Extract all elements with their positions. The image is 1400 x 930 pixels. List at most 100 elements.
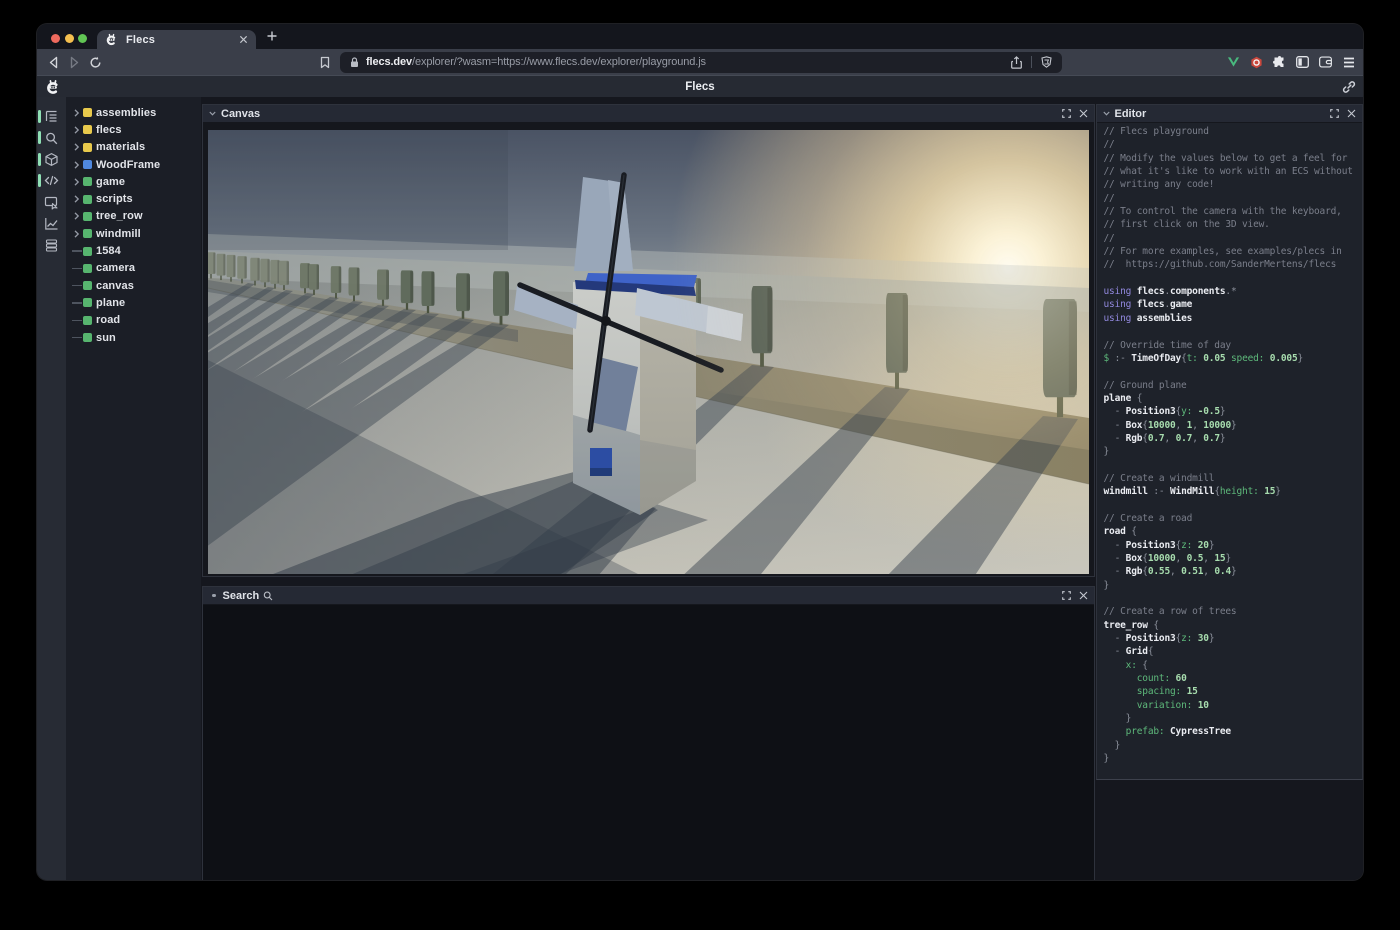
vue-extension-icon[interactable] xyxy=(1227,56,1240,69)
chevron-right-icon[interactable] xyxy=(71,126,82,134)
brave-shield-icon[interactable] xyxy=(1041,56,1052,68)
sidebar-item-editor[interactable] xyxy=(37,170,66,191)
close-icon[interactable] xyxy=(1079,591,1088,600)
active-indicator xyxy=(38,131,42,144)
urlbar-separator xyxy=(1031,56,1032,68)
bookmark-icon[interactable] xyxy=(315,49,335,75)
search-panel-body[interactable] xyxy=(203,605,1094,880)
code-line xyxy=(1104,499,1363,512)
code-line: - Position3{z: 20} xyxy=(1104,539,1363,552)
url-bar[interactable]: flecs.dev/explorer/?wasm=https://www.fle… xyxy=(340,52,1062,73)
expand-icon[interactable] xyxy=(1330,109,1339,118)
code-line: // first click on the 3D view. xyxy=(1104,218,1363,231)
maximize-window-button[interactable] xyxy=(78,34,87,43)
tree-item-flecs[interactable]: flecs xyxy=(66,121,201,138)
share-icon[interactable] xyxy=(1011,56,1022,69)
tree-item-scripts[interactable]: scripts xyxy=(66,190,201,207)
code-line xyxy=(1104,365,1363,378)
tree-item-WoodFrame[interactable]: WoodFrame xyxy=(66,156,201,173)
tree-item-camera[interactable]: camera xyxy=(66,260,201,277)
chevron-down-icon[interactable] xyxy=(1103,111,1110,116)
code-line: using flecs.game xyxy=(1104,298,1363,311)
editor-code[interactable]: // Flecs playground//// Modify the value… xyxy=(1097,123,1363,779)
sidebar-item-screen[interactable] xyxy=(37,192,66,213)
canvas-panel-header[interactable]: Canvas xyxy=(203,105,1094,122)
tab-close-icon[interactable] xyxy=(239,35,248,44)
code-line: - Position3{y: -0.5} xyxy=(1104,405,1363,418)
browser-window: Flecs flecs.dev/explorer/?wasm=htt xyxy=(37,24,1363,880)
canvas-panel-title: Canvas xyxy=(221,108,260,120)
chevron-right-icon[interactable] xyxy=(71,143,82,151)
tree-item-game[interactable]: game xyxy=(66,173,201,190)
chevron-right-icon[interactable] xyxy=(71,212,82,220)
close-icon[interactable] xyxy=(1347,109,1356,118)
code-line xyxy=(1104,459,1363,472)
traffic-lights xyxy=(51,34,87,43)
menu-icon[interactable] xyxy=(1342,56,1355,69)
module-color-square xyxy=(83,125,92,134)
editor-panel-header[interactable]: Editor xyxy=(1097,105,1363,122)
close-window-button[interactable] xyxy=(51,34,60,43)
tree-item-sun[interactable]: sun xyxy=(66,329,201,346)
sidebar-item-entity-tree[interactable] xyxy=(37,106,66,127)
minimize-window-button[interactable] xyxy=(65,34,74,43)
code-line: // what it's like to work with an ECS wi… xyxy=(1104,165,1363,178)
extensions-puzzle-icon[interactable] xyxy=(1273,56,1286,69)
red-extension-icon[interactable] xyxy=(1250,56,1263,69)
code-line: $ :- TimeOfDay{t: 0.05 speed: 0.005} xyxy=(1104,352,1363,365)
back-button[interactable] xyxy=(43,49,63,75)
wallet-icon[interactable] xyxy=(1319,56,1332,69)
search-icon xyxy=(44,131,59,146)
reload-button[interactable] xyxy=(85,49,105,75)
tree-item-canvas[interactable]: canvas xyxy=(66,277,201,294)
tree-item-plane[interactable]: plane xyxy=(66,294,201,311)
chevron-down-icon[interactable] xyxy=(209,111,216,116)
chevron-right-icon[interactable] xyxy=(71,195,82,203)
code-line: // Ground plane xyxy=(1104,379,1363,392)
code-line: count: 60 xyxy=(1104,672,1363,685)
tab-title: Flecs xyxy=(126,34,155,46)
active-indicator xyxy=(38,110,42,123)
bullet-icon xyxy=(212,594,216,598)
new-tab-button[interactable] xyxy=(263,27,281,45)
tree-item-road[interactable]: road xyxy=(66,312,201,329)
sidebar-item-search[interactable] xyxy=(37,127,66,148)
entity-color-square xyxy=(83,298,92,307)
leaf-dash-icon xyxy=(71,302,82,303)
tables-icon xyxy=(44,238,59,253)
tree-item-tree_row[interactable]: tree_row xyxy=(66,208,201,225)
sidebar-item-stats[interactable] xyxy=(37,213,66,234)
search-panel-header[interactable]: Search xyxy=(203,587,1094,604)
tree-item-1584[interactable]: 1584 xyxy=(66,242,201,259)
code-line: tree_row { xyxy=(1104,619,1363,632)
sidebar-toggle-icon[interactable] xyxy=(1296,56,1309,69)
expand-icon[interactable] xyxy=(1062,591,1071,600)
chevron-right-icon[interactable] xyxy=(71,161,82,169)
chevron-right-icon[interactable] xyxy=(71,178,82,186)
forward-button[interactable] xyxy=(64,49,84,75)
sidebar-item-canvas[interactable] xyxy=(37,149,66,170)
entity-color-square xyxy=(83,316,92,325)
canvas-3d-scene[interactable] xyxy=(208,130,1089,574)
expand-icon[interactable] xyxy=(1062,109,1071,118)
tree-item-label: camera xyxy=(96,262,135,274)
chevron-right-icon[interactable] xyxy=(71,109,82,117)
search-panel: Search xyxy=(202,586,1095,880)
entity-color-square xyxy=(83,195,92,204)
chevron-right-icon[interactable] xyxy=(71,230,82,238)
code-line: // For more examples, see examples/plecs… xyxy=(1104,245,1363,258)
search-panel-title: Search xyxy=(223,590,260,602)
code-line: } xyxy=(1104,712,1363,725)
sidebar-item-tables[interactable] xyxy=(37,234,66,255)
entity-tree-icon xyxy=(44,109,59,124)
tree-item-materials[interactable]: materials xyxy=(66,139,201,156)
code-line: // xyxy=(1104,232,1363,245)
page-header: Flecs xyxy=(37,75,1363,97)
tree-item-assemblies[interactable]: assemblies xyxy=(66,104,201,121)
share-link-icon[interactable] xyxy=(1342,80,1356,94)
code-line: } xyxy=(1104,739,1363,752)
browser-tab[interactable]: Flecs xyxy=(97,30,256,49)
tree-item-windmill[interactable]: windmill xyxy=(66,225,201,242)
close-icon[interactable] xyxy=(1079,109,1088,118)
code-line: // Create a row of trees xyxy=(1104,605,1363,618)
